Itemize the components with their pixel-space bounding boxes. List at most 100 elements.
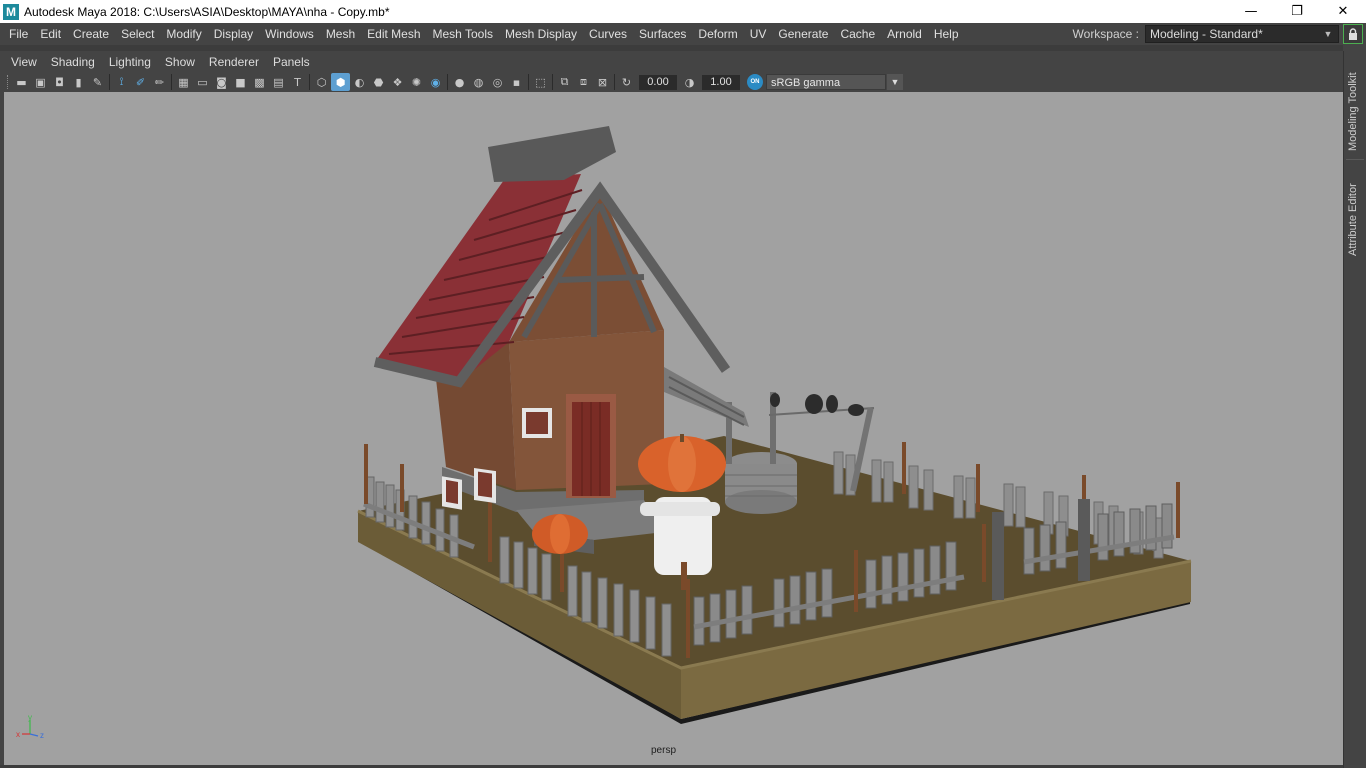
workspace-area: Workspace : Modeling - Standard* ▼ (1073, 23, 1366, 45)
menu-curves[interactable]: Curves (583, 23, 633, 45)
safe-title-icon[interactable]: T (288, 73, 307, 91)
smooth-shade-icon[interactable]: ⬢ (331, 73, 350, 91)
panel-menu-lighting[interactable]: Lighting (102, 55, 158, 69)
axis-gizmo: x y z (16, 714, 44, 740)
restore-button[interactable]: ❐ (1274, 0, 1320, 23)
panel-toolbar: ▬ ▣ ◘ ▮ ✎ ⟟ ✐ ✏ ▦ ▭ ◙ ■ ▩ ▤ T ⬡ ⬢ ◐ ⬣ ❖ … (4, 72, 1343, 92)
menu-uv[interactable]: UV (744, 23, 773, 45)
menu-mesh-display[interactable]: Mesh Display (499, 23, 583, 45)
grid-icon[interactable]: ▦ (174, 73, 193, 91)
resolution-gate-icon[interactable]: ◙ (212, 73, 231, 91)
gamma-icon[interactable]: ◑ (680, 73, 699, 91)
panel-menu-shading[interactable]: Shading (44, 55, 102, 69)
pencil-icon[interactable]: ✏ (150, 73, 169, 91)
minimize-button[interactable]: — (1228, 0, 1274, 23)
workspace-value: Modeling - Standard* (1150, 27, 1263, 41)
select-camera-icon[interactable]: ▬ (12, 73, 31, 91)
wireframe-icon[interactable]: ⬡ (312, 73, 331, 91)
film-gate-icon[interactable]: ▭ (193, 73, 212, 91)
bookmark-icon[interactable]: ▮ (69, 73, 88, 91)
grease-pencil-icon[interactable]: ✐ (131, 73, 150, 91)
scene-render (357, 126, 1192, 724)
pumpkin (532, 514, 588, 554)
title-bar: M Autodesk Maya 2018: C:\Users\ASIA\Desk… (0, 0, 1366, 23)
menu-cache[interactable]: Cache (834, 23, 881, 45)
xray-active-components-icon[interactable]: ⧈ (574, 73, 593, 91)
field-chart-icon[interactable]: ▩ (250, 73, 269, 91)
toolbar-separator (614, 74, 615, 90)
menu-mesh-tools[interactable]: Mesh Tools (427, 23, 499, 45)
safe-action-icon[interactable]: ▤ (269, 73, 288, 91)
menu-select[interactable]: Select (115, 23, 160, 45)
camera-attributes-icon[interactable]: ▣ (31, 73, 50, 91)
toolbar-separator (528, 74, 529, 90)
color-management-toggle[interactable]: ON (747, 74, 763, 90)
maya-logo-icon: M (3, 3, 19, 20)
chevron-down-icon[interactable]: ▼ (887, 74, 903, 90)
depth-of-field-icon[interactable]: ▪ (507, 73, 526, 91)
tab-divider (1346, 159, 1364, 160)
house-door (566, 394, 616, 498)
menu-display[interactable]: Display (208, 23, 259, 45)
menu-mesh[interactable]: Mesh (320, 23, 361, 45)
isolate-select-icon[interactable]: ⬚ (531, 73, 550, 91)
menu-deform[interactable]: Deform (692, 23, 743, 45)
menu-file[interactable]: File (0, 23, 34, 45)
axis-x-label: x (16, 730, 20, 739)
panel-menu-bar: View Shading Lighting Show Renderer Pane… (4, 52, 1343, 72)
shadows-icon[interactable]: ◉ (426, 73, 445, 91)
tab-modeling-toolkit[interactable]: Modeling Toolkit (1347, 61, 1364, 151)
camera-name-label: persp (651, 745, 677, 756)
panel-menu-panels[interactable]: Panels (266, 55, 317, 69)
wireframe-on-shaded-icon[interactable]: ⬣ (369, 73, 388, 91)
default-material-icon[interactable]: ◐ (350, 73, 369, 91)
workspace-label: Workspace : (1072, 27, 1139, 41)
gate-mask-icon[interactable]: ■ (231, 73, 250, 91)
toolbar-separator (309, 74, 310, 90)
axis-y-label: y (28, 714, 32, 722)
menu-help[interactable]: Help (928, 23, 965, 45)
use-all-lights-icon[interactable]: ✺ (407, 73, 426, 91)
panel-divider (0, 45, 1343, 51)
camera-tool-icon[interactable]: ◘ (50, 73, 69, 91)
two-d-pan-zoom-icon[interactable]: ⟟ (112, 73, 131, 91)
perspective-viewport[interactable]: x y z persp (4, 92, 1343, 765)
main-menu-bar: File Edit Create Select Modify Display W… (0, 23, 1366, 45)
motion-blur-icon[interactable]: ◍ (469, 73, 488, 91)
exposure-field[interactable]: 0.00 (639, 74, 677, 90)
exposure-icon[interactable]: ↻ (617, 73, 636, 91)
toolbar-separator (447, 74, 448, 90)
menu-surfaces[interactable]: Surfaces (633, 23, 692, 45)
panel-menu-show[interactable]: Show (158, 55, 202, 69)
screen-space-ao-icon[interactable]: ● (450, 73, 469, 91)
panel-menu-renderer[interactable]: Renderer (202, 55, 266, 69)
chevron-down-icon: ▼ (1323, 29, 1333, 39)
menu-generate[interactable]: Generate (772, 23, 834, 45)
xray-joints-icon[interactable]: ⊠ (593, 73, 612, 91)
panel-menu-view[interactable]: View (4, 55, 44, 69)
toolbar-separator (109, 74, 110, 90)
gamma-field[interactable]: 1.00 (702, 74, 740, 90)
textured-icon[interactable]: ❖ (388, 73, 407, 91)
workspace-dropdown[interactable]: Modeling - Standard* ▼ (1145, 25, 1339, 43)
menu-modify[interactable]: Modify (160, 23, 207, 45)
axis-z-label: z (40, 731, 44, 740)
anti-aliasing-icon[interactable]: ◎ (488, 73, 507, 91)
window-controls: — ❐ ✕ (1228, 0, 1366, 23)
menu-edit[interactable]: Edit (34, 23, 67, 45)
menu-arnold[interactable]: Arnold (881, 23, 928, 45)
toolbar-separator (171, 74, 172, 90)
view-transform-dropdown[interactable]: sRGB gamma (766, 74, 886, 90)
menu-create[interactable]: Create (67, 23, 115, 45)
tab-attribute-editor[interactable]: Attribute Editor (1347, 171, 1364, 256)
lock-icon[interactable] (1343, 24, 1363, 44)
window-title: Autodesk Maya 2018: C:\Users\ASIA\Deskto… (24, 4, 390, 19)
right-tab-bar: Modeling Toolkit Attribute Editor (1343, 51, 1366, 768)
menu-windows[interactable]: Windows (259, 23, 320, 45)
image-plane-icon[interactable]: ✎ (88, 73, 107, 91)
roof-ridge-cap (488, 126, 616, 182)
close-button[interactable]: ✕ (1320, 0, 1366, 23)
toolbar-grip[interactable] (7, 75, 9, 89)
xray-icon[interactable]: ⧉ (555, 73, 574, 91)
menu-edit-mesh[interactable]: Edit Mesh (361, 23, 426, 45)
